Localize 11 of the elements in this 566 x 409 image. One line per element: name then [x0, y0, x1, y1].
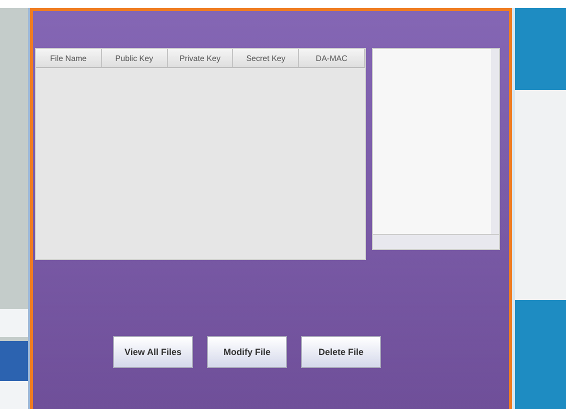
column-header[interactable]: File Name	[36, 49, 102, 67]
action-button[interactable]: Delete File	[301, 336, 381, 368]
horizontal-scrollbar[interactable]	[373, 234, 499, 249]
column-header[interactable]: Secret Key	[233, 49, 300, 67]
column-header[interactable]: DA-MAC	[299, 49, 365, 67]
column-header[interactable]: Private Key	[168, 49, 234, 67]
action-button[interactable]: View All Files	[113, 336, 193, 368]
column-header[interactable]: Public Key	[102, 49, 168, 67]
text-area[interactable]	[372, 48, 500, 250]
action-button[interactable]: Modify File	[207, 336, 287, 368]
vertical-scrollbar[interactable]	[491, 49, 499, 235]
